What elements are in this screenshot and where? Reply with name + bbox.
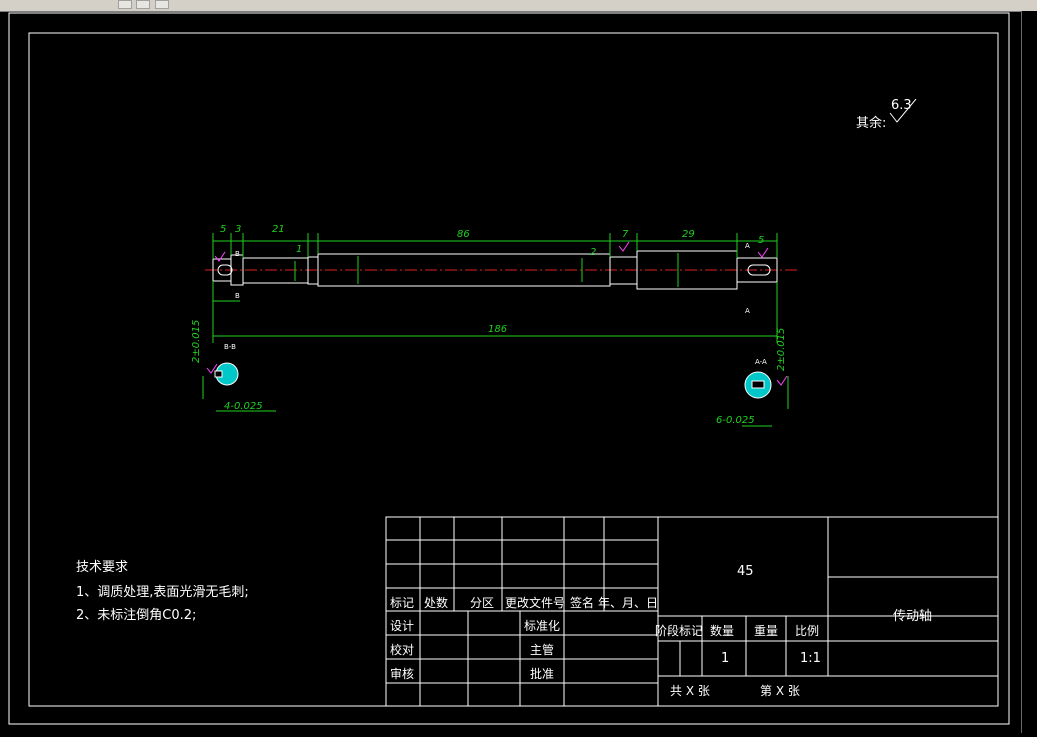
marker-b-bottom: B — [235, 292, 240, 300]
row-review: 审核 — [390, 667, 415, 681]
scale-header: 比例 — [795, 624, 820, 638]
sheet-number: 第 X 张 — [760, 684, 800, 698]
row-standardize: 标准化 — [524, 619, 561, 633]
header-mark: 标记 — [390, 596, 415, 610]
section-b-height: 2±0.015 — [191, 320, 202, 363]
part-name: 传动轴 — [893, 609, 933, 624]
quantity-header: 数量 — [710, 624, 735, 638]
tech-requirement-2: 2、未标注倒角C0.2; — [76, 608, 197, 623]
section-a-label: A-A — [755, 358, 767, 366]
section-a-width: 6-0.025 — [716, 415, 755, 426]
row-check: 校对 — [390, 643, 415, 657]
header-change-doc: 更改文件号 — [505, 596, 566, 610]
section-a-height: 2±0.015 — [776, 328, 787, 371]
dim-7: 7 — [622, 229, 629, 240]
dim-5-left: 5 — [220, 224, 226, 235]
toolbar-icon-a[interactable] — [118, 0, 132, 9]
section-a-keyway — [751, 380, 765, 389]
toolbar-icon-b[interactable] — [136, 0, 150, 9]
header-date: 年、月、日 — [598, 596, 659, 610]
dim-86: 86 — [457, 229, 470, 240]
marker-a-top: A — [745, 242, 750, 250]
weight-header: 重量 — [754, 624, 779, 638]
row-supervisor: 主管 — [530, 643, 555, 657]
row-approve: 批准 — [530, 667, 555, 681]
header-count: 处数 — [424, 596, 449, 610]
section-b-label: B-B — [224, 343, 236, 351]
dim-2: 2 — [590, 247, 596, 258]
dim-21: 21 — [272, 224, 285, 235]
tech-requirement-1: 1、调质处理,表面光滑无毛刺; — [76, 585, 249, 600]
quantity-value: 1 — [721, 651, 730, 666]
header-zone: 分区 — [470, 596, 495, 610]
section-b-width: 4-0.025 — [224, 401, 263, 412]
dim-1: 1 — [296, 244, 302, 255]
dim-5-right: 5 — [758, 235, 764, 246]
dim-overall: 186 — [488, 324, 507, 335]
marker-a-bottom: A — [745, 307, 750, 315]
tech-requirements-title: 技术要求 — [76, 560, 129, 575]
roughness-marks — [206, 241, 788, 386]
toolbar-icon-c[interactable] — [155, 0, 169, 9]
stage-mark-header: 阶段标记 — [655, 624, 704, 638]
surface-roughness-label: 其余: — [856, 116, 887, 131]
sheets-total: 共 X 张 — [670, 684, 710, 698]
section-b-keyway — [214, 370, 223, 378]
row-design: 设计 — [390, 619, 415, 633]
header-signature: 签名 — [570, 596, 595, 610]
roughness-symbol-icon — [889, 99, 917, 123]
dim-29: 29 — [682, 229, 695, 240]
drawing-canvas[interactable]: 5 3 21 1 86 2 7 29 5 186 B B A A B-B 4-0… — [0, 11, 1021, 733]
vertical-scrollbar[interactable] — [1021, 11, 1037, 733]
marker-b-top: B — [235, 250, 240, 258]
material-value: 45 — [737, 564, 754, 579]
scale-value: 1:1 — [800, 651, 821, 666]
dim-3: 3 — [235, 224, 241, 235]
